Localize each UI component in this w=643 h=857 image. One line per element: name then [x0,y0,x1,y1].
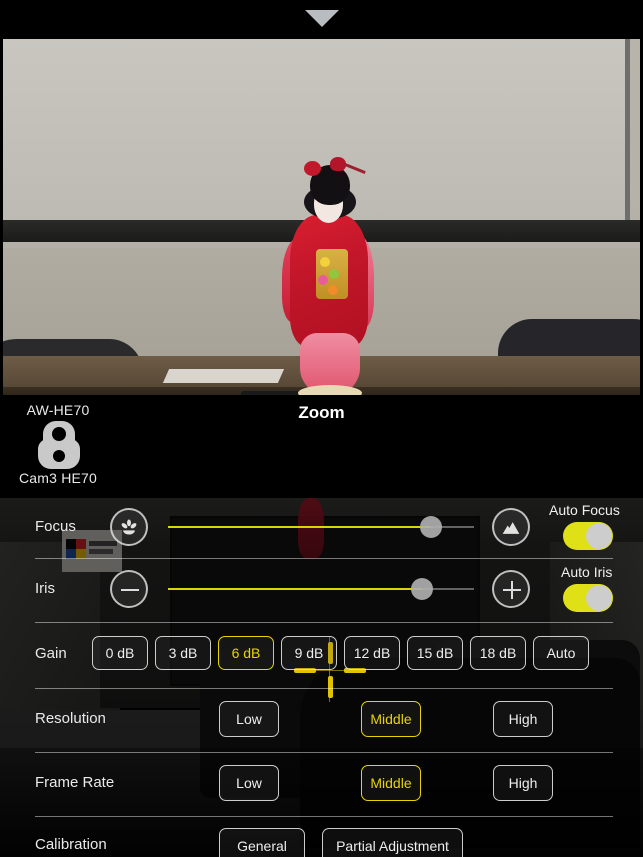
macro-flower-icon[interactable] [110,508,148,546]
row-focus: Focus Auto Focus [0,498,643,556]
iris-slider[interactable] [168,578,474,600]
auto-focus-toggle[interactable] [563,522,613,550]
frame-rate-option-high[interactable]: High [493,765,553,801]
divider-focus [35,558,613,559]
gain-label: Gain [35,645,67,662]
resolution-option-high[interactable]: High [493,701,553,737]
gain-option-18-db[interactable]: 18 dB [470,636,526,670]
settings-rows: Focus Auto Focus Iris Auto Iris Gain 0 d… [0,0,643,857]
gain-option-9-db[interactable]: 9 dB [281,636,337,670]
focus-slider-fill [168,526,432,528]
resolution-label: Resolution [35,710,106,727]
row-resolution: Resolution Low Middle High [0,690,643,746]
auto-focus-label: Auto Focus [549,502,620,518]
row-gain: Gain 0 dB 3 dB 6 dB 9 dB 12 dB 15 dB 18 dB Auto [0,624,643,682]
frame-rate-option-low[interactable]: Low [219,765,279,801]
auto-iris-label: Auto Iris [561,564,613,580]
calibration-option-partial-adjustment[interactable]: Partial Adjustment [322,828,463,857]
divider-frame-rate [35,816,613,817]
gain-option-15-db[interactable]: 15 dB [407,636,463,670]
resolution-option-middle[interactable]: Middle [361,701,421,737]
gain-option-6-db[interactable]: 6 dB [218,636,274,670]
calibration-option-general[interactable]: General [219,828,305,857]
focus-slider-knob[interactable] [420,516,443,538]
gain-option-auto[interactable]: Auto [533,636,589,670]
calibration-label: Calibration [35,836,107,853]
iris-slider-fill [168,588,422,590]
divider-gain [35,688,613,689]
row-frame-rate: Frame Rate Low Middle High [0,754,643,810]
iris-slider-knob[interactable] [410,578,433,600]
auto-iris-toggle[interactable] [563,584,613,612]
row-calibration: Calibration General Partial Adjustment [0,818,643,857]
divider-iris [35,622,613,623]
iris-minus-button[interactable] [110,570,148,608]
iris-plus-button[interactable] [492,570,530,608]
resolution-option-low[interactable]: Low [219,701,279,737]
divider-resolution [35,752,613,753]
frame-rate-option-middle[interactable]: Middle [361,765,421,801]
gain-option-12-db[interactable]: 12 dB [344,636,400,670]
gain-option-0-db[interactable]: 0 dB [92,636,148,670]
mountain-icon[interactable] [492,508,530,546]
row-iris: Iris Auto Iris [0,560,643,618]
iris-label: Iris [35,580,55,597]
focus-slider[interactable] [168,516,474,538]
gain-option-3-db[interactable]: 3 dB [155,636,211,670]
app-root: AW-HE70 Cam3 HE70 Zoom Focus: Auto Iris:… [0,0,643,857]
frame-rate-label: Frame Rate [35,774,115,791]
focus-label: Focus [35,518,76,535]
